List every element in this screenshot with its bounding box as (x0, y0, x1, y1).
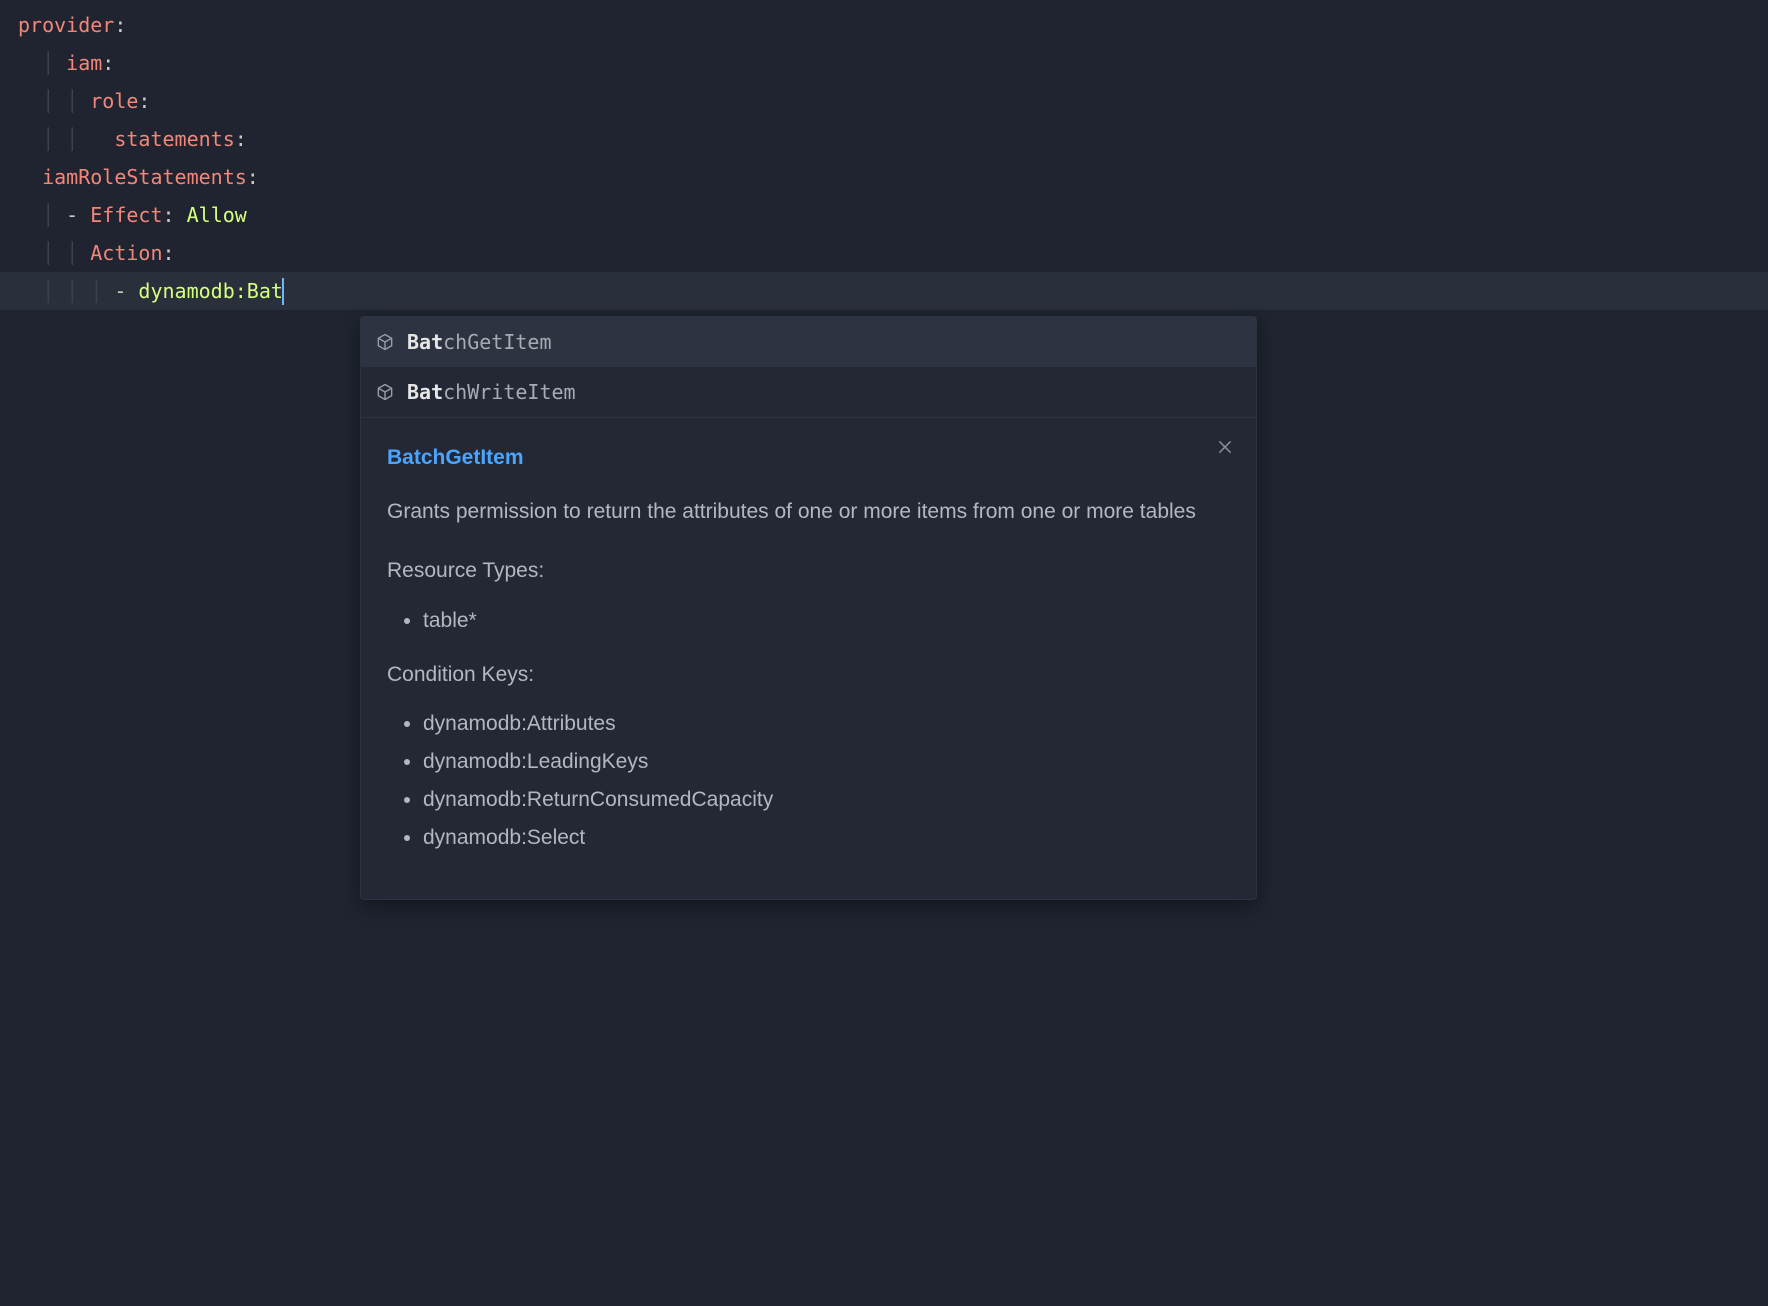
code-line: │ │ role: (18, 82, 1768, 120)
documentation-panel: BatchGetItem Grants permission to return… (361, 417, 1256, 899)
code-line: │ │ Action: (18, 234, 1768, 272)
list-item: dynamodb:ReturnConsumedCapacity (423, 782, 1230, 818)
yaml-key: Effect (90, 196, 162, 234)
list-item: table* (423, 603, 1230, 639)
yaml-key: iam (66, 44, 102, 82)
yaml-key: Action (90, 234, 162, 272)
code-line: provider: (18, 6, 1768, 44)
code-line: │ iam: (18, 44, 1768, 82)
yaml-action-typed: Bat (247, 272, 283, 310)
yaml-key: provider (18, 6, 114, 44)
suggestion-item[interactable]: BatchWriteItem (361, 367, 1256, 417)
list-item: dynamodb:Select (423, 820, 1230, 856)
suggestion-label: BatchWriteItem (407, 373, 576, 411)
code-line: iamRoleStatements: (18, 158, 1768, 196)
suggestion-item[interactable]: BatchGetItem (361, 317, 1256, 367)
code-line: │ │ statements: (18, 120, 1768, 158)
autocomplete-popup: BatchGetItem BatchWriteItem BatchGetItem … (360, 316, 1257, 900)
yaml-key: iamRoleStatements (42, 158, 247, 196)
text-cursor (282, 278, 285, 305)
doc-section-label: Condition Keys: (387, 657, 1230, 693)
suggestion-list: BatchGetItem BatchWriteItem (361, 317, 1256, 417)
code-editor[interactable]: provider: │ iam: │ │ role: │ │ statement… (0, 0, 1768, 310)
doc-section-label: Resource Types: (387, 553, 1230, 589)
yaml-action-prefix: dynamodb (138, 272, 234, 310)
yaml-key: statements (114, 120, 234, 158)
yaml-key: role (90, 82, 138, 120)
code-line: │ - Effect: Allow (18, 196, 1768, 234)
code-line: │ │ │ - dynamodb:Bat (18, 272, 1768, 310)
doc-description: Grants permission to return the attribut… (387, 494, 1230, 530)
suggestion-label: BatchGetItem (407, 323, 552, 361)
doc-title: BatchGetItem (387, 440, 1230, 476)
close-icon[interactable] (1214, 436, 1236, 458)
condition-keys-list: dynamodb:Attributesdynamodb:LeadingKeysd… (387, 706, 1230, 855)
resource-types-list: table* (387, 603, 1230, 639)
module-icon (375, 332, 395, 352)
module-icon (375, 382, 395, 402)
list-item: dynamodb:LeadingKeys (423, 744, 1230, 780)
list-item: dynamodb:Attributes (423, 706, 1230, 742)
yaml-value: Allow (187, 196, 247, 234)
